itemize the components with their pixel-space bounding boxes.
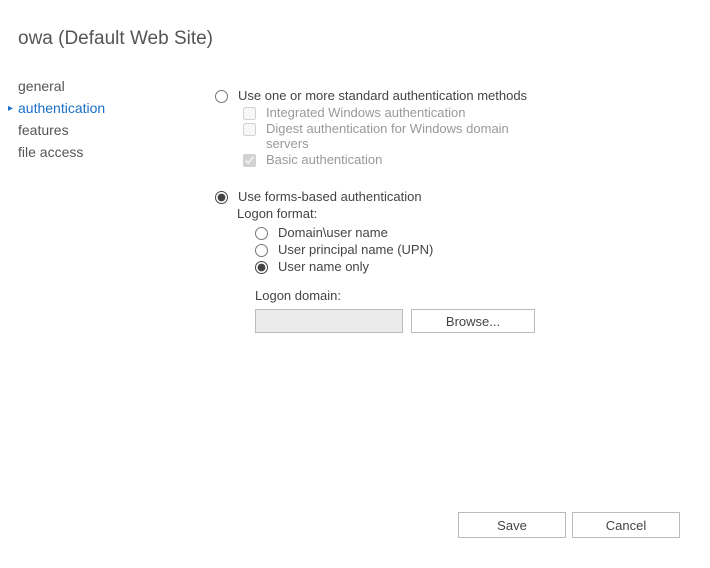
sidebar-item-label: file access	[18, 144, 83, 160]
sidebar-item-file-access[interactable]: file access	[18, 141, 178, 163]
basic-checkbox[interactable]	[243, 154, 256, 167]
logon-user-only-radio[interactable]	[255, 261, 268, 274]
logon-domain-input[interactable]	[255, 309, 403, 333]
sidebar-item-label: general	[18, 78, 65, 94]
caret-icon: ▸	[8, 103, 13, 114]
forms-auth-group: Use forms-based authentication Logon for…	[215, 189, 675, 333]
save-button[interactable]: Save	[458, 512, 566, 538]
sidebar-item-label: authentication	[18, 100, 105, 116]
content-panel: Use one or more standard authentication …	[215, 88, 675, 355]
sidebar-item-general[interactable]: general	[18, 75, 178, 97]
standard-auth-radio[interactable]	[215, 90, 228, 103]
logon-format-label: Logon format:	[237, 206, 675, 221]
logon-upn-label: User principal name (UPN)	[278, 242, 433, 257]
digest-label: Digest authentication for Windows domain…	[266, 121, 526, 151]
sidebar-item-label: features	[18, 122, 69, 138]
cancel-button[interactable]: Cancel	[572, 512, 680, 538]
standard-auth-label: Use one or more standard authentication …	[238, 88, 527, 103]
sidebar: general ▸ authentication features file a…	[18, 75, 178, 163]
iwa-checkbox[interactable]	[243, 107, 256, 120]
basic-label: Basic authentication	[266, 152, 382, 167]
digest-checkbox[interactable]	[243, 123, 256, 136]
sidebar-item-authentication[interactable]: ▸ authentication	[18, 97, 178, 119]
page-title: owa (Default Web Site)	[18, 28, 213, 50]
browse-button[interactable]: Browse...	[411, 309, 535, 333]
sidebar-item-features[interactable]: features	[18, 119, 178, 141]
standard-auth-group: Use one or more standard authentication …	[215, 88, 675, 167]
logon-domain-label: Logon domain:	[255, 288, 675, 303]
footer-buttons: Save Cancel	[458, 512, 680, 538]
forms-auth-label: Use forms-based authentication	[238, 189, 422, 204]
forms-auth-radio[interactable]	[215, 191, 228, 204]
iwa-label: Integrated Windows authentication	[266, 105, 465, 120]
logon-user-only-label: User name only	[278, 259, 369, 274]
logon-upn-radio[interactable]	[255, 244, 268, 257]
logon-domain-user-label: Domain\user name	[278, 225, 388, 240]
logon-domain-user-radio[interactable]	[255, 227, 268, 240]
